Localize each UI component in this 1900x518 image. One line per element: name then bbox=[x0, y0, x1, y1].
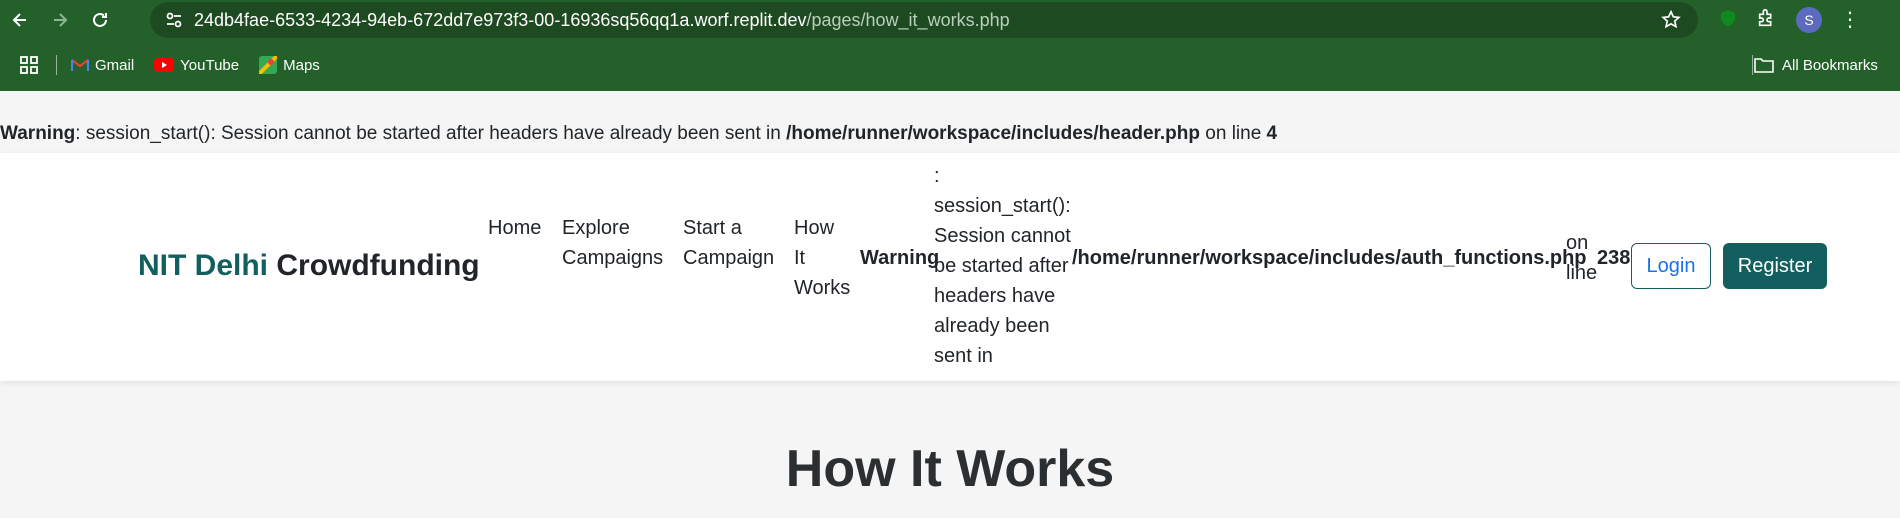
arrow-right-icon bbox=[54, 13, 68, 27]
brand-part2: Crowdfunding bbox=[268, 249, 480, 282]
bookmark-label: Maps bbox=[283, 56, 320, 74]
browser-chrome: 24db4fae-6533-4234-94eb-672dd7e973f3-00-… bbox=[0, 0, 1900, 91]
nav-start-line1: Start a bbox=[683, 217, 742, 239]
extensions-area: S ⋮ bbox=[1718, 0, 1860, 40]
bookmark-star-icon[interactable] bbox=[1660, 9, 1682, 36]
nav-warning-message: : session_start(): Session cannot be sta… bbox=[934, 161, 1072, 371]
bookmarks-divider bbox=[56, 55, 57, 75]
url-path: /pages/how_it_works.php bbox=[806, 9, 1010, 30]
all-bookmarks-label: All Bookmarks bbox=[1782, 56, 1878, 74]
nav-warning-label: Warning bbox=[860, 247, 940, 269]
site-brand[interactable]: NIT Delhi Crowdfunding bbox=[138, 249, 480, 283]
address-bar[interactable]: 24db4fae-6533-4234-94eb-672dd7e973f3-00-… bbox=[150, 2, 1698, 38]
arrow-left-icon bbox=[12, 13, 26, 27]
nav-how-line2: It bbox=[794, 247, 806, 269]
nav-warning-on: on bbox=[1566, 232, 1589, 254]
extension-shield-icon[interactable] bbox=[1718, 8, 1738, 33]
page-title: How It Works bbox=[785, 440, 1115, 498]
warning-line: be started after bbox=[934, 255, 1069, 277]
extensions-puzzle-icon[interactable] bbox=[1756, 7, 1778, 34]
warning-line: Session cannot bbox=[934, 225, 1071, 247]
nav-home[interactable]: Home bbox=[488, 213, 541, 243]
nav-warning-file: /home/runner/workspace/includes/auth_fun… bbox=[1072, 247, 1587, 269]
warning-label: Warning bbox=[0, 123, 76, 144]
warning-message: : session_start(): Session cannot be sta… bbox=[75, 123, 787, 144]
bookmarks-bar: Gmail YouTube Maps All Bookmarks bbox=[0, 40, 1900, 90]
warning-line: : bbox=[934, 165, 940, 187]
bookmark-youtube[interactable]: YouTube bbox=[154, 57, 239, 74]
warning-line: already been bbox=[934, 315, 1050, 337]
url-host: 24db4fae-6533-4234-94eb-672dd7e973f3-00-… bbox=[194, 9, 807, 30]
login-button[interactable]: Login bbox=[1631, 243, 1711, 289]
bookmark-maps[interactable]: Maps bbox=[259, 56, 320, 74]
nav-warning-online: on line bbox=[1566, 228, 1597, 288]
menu-kebab-icon[interactable]: ⋮ bbox=[1840, 10, 1860, 30]
bookmarks-divider bbox=[1752, 55, 1753, 75]
gmail-icon bbox=[71, 59, 89, 71]
warning-file: /home/runner/workspace/includes/header.p… bbox=[786, 123, 1200, 144]
warning-line: headers have bbox=[934, 285, 1056, 307]
forward-button[interactable] bbox=[40, 0, 80, 40]
nav-how-it-works[interactable]: How It Works bbox=[794, 213, 850, 303]
site-navbar: NIT Delhi Crowdfunding Home Explore Camp… bbox=[0, 153, 1900, 381]
browser-toolbar: 24db4fae-6533-4234-94eb-672dd7e973f3-00-… bbox=[0, 0, 1900, 40]
youtube-icon bbox=[154, 58, 175, 72]
nav-warning-line-number: 238 bbox=[1597, 247, 1631, 269]
nav-start-line2: Campaign bbox=[683, 247, 775, 269]
all-bookmarks[interactable]: All Bookmarks bbox=[1754, 40, 1878, 90]
maps-icon bbox=[259, 56, 278, 74]
nav-how-line1: How bbox=[794, 217, 835, 239]
url-text: 24db4fae-6533-4234-94eb-672dd7e973f3-00-… bbox=[194, 10, 1010, 31]
bookmark-label: YouTube bbox=[180, 56, 240, 74]
nav-warning-line-word: line bbox=[1566, 262, 1598, 284]
back-button[interactable] bbox=[0, 0, 40, 40]
warning-line-number: 4 bbox=[1266, 123, 1278, 144]
nav-start-campaign[interactable]: Start a Campaign bbox=[683, 213, 774, 273]
bookmark-label: Gmail bbox=[95, 56, 135, 74]
nav-explore-line2: Campaigns bbox=[562, 247, 664, 269]
nav-explore-line1: Explore bbox=[562, 217, 630, 239]
folder-icon bbox=[1754, 58, 1774, 73]
register-button[interactable]: Register bbox=[1723, 243, 1827, 289]
warning-line: session_start(): bbox=[934, 195, 1071, 217]
page-content: Warning: session_start(): Session cannot… bbox=[0, 91, 1900, 518]
apps-grid-icon[interactable] bbox=[20, 56, 38, 74]
warning-line: sent in bbox=[934, 345, 993, 367]
reload-button[interactable] bbox=[80, 0, 120, 40]
brand-part1: NIT Delhi bbox=[138, 249, 269, 282]
php-warning-header: Warning: session_start(): Session cannot… bbox=[0, 123, 1277, 145]
warning-line-text: on line bbox=[1200, 123, 1267, 144]
bookmark-gmail[interactable]: Gmail bbox=[71, 57, 134, 74]
reload-icon bbox=[93, 12, 107, 27]
profile-avatar[interactable]: S bbox=[1796, 7, 1822, 33]
nav-explore-campaigns[interactable]: Explore Campaigns bbox=[562, 213, 663, 273]
nav-how-line3: Works bbox=[794, 277, 851, 299]
site-info-icon[interactable] bbox=[154, 10, 194, 30]
